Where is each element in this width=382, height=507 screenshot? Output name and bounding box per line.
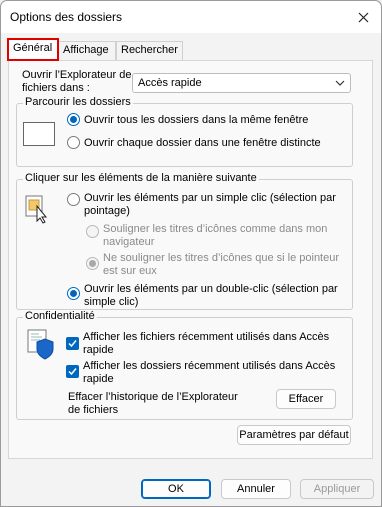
radio-double-click[interactable] [67,287,80,300]
tab-view-label: Affichage [63,44,109,56]
separate-window-label: Ouvrir chaque dossier dans une fenêtre d… [84,137,321,149]
clear-history-button[interactable]: Effacer [276,389,336,409]
radio-separate-window[interactable] [67,136,80,149]
recent-files-label: Afficher les fichiers récemment utilisés… [83,331,330,356]
tab-view[interactable]: Affichage [58,41,116,60]
close-button[interactable] [347,3,379,31]
checkmark-icon [68,368,77,376]
checkbox-recent-folders[interactable] [66,365,79,378]
window-title: Options des dossiers [10,10,123,24]
underline-hover-label: Ne souligner les titres d’icônes que si … [103,252,340,277]
radio-same-window[interactable] [67,113,80,126]
browse-folders-group: Parcourir les dossiers Ouvrir tous les d… [16,96,353,167]
checkmark-icon [68,340,77,348]
recent-folders-label: Afficher les dossiers récemment utilisés… [83,360,336,385]
open-explorer-value: Accès rapide [138,77,202,89]
single-click-label: Ouvrir les éléments par un simple clic (… [84,192,336,217]
same-window-label: Ouvrir tous les dossiers dans la même fe… [84,114,309,126]
open-explorer-label: Ouvrir l’Explorateur de fichiers dans : [22,69,132,94]
browse-folders-title: Parcourir les dossiers [23,96,133,108]
double-click-label: Ouvrir les éléments par un double-clic (… [84,283,338,308]
radio-underline-hover[interactable] [86,257,99,270]
privacy-shield-icon [25,328,55,363]
close-icon [358,12,368,22]
tab-general-label: Général [13,42,53,54]
folder-options-dialog: Options des dossiers Général Affichage R… [0,0,382,507]
clear-history-label: Effacer l’historique de l’Explorateur de… [68,391,238,416]
privacy-group: Confidentialité Afficher les fichiers ré… [16,310,353,420]
tab-general[interactable]: Général [7,38,59,61]
ok-button[interactable]: OK [141,479,211,499]
privacy-title: Confidentialité [23,310,97,322]
underline-browser-label: Souligner les titres d’icônes comme dans… [103,223,328,248]
cancel-button[interactable]: Annuler [221,479,291,499]
radio-underline-browser[interactable] [86,225,99,238]
general-tab-panel: Ouvrir l’Explorateur de fichiers dans : … [8,60,373,459]
single-click-icon [24,194,52,227]
open-explorer-dropdown[interactable]: Accès rapide [132,73,351,93]
tab-search-label: Rechercher [121,44,178,56]
restore-defaults-button[interactable]: Paramètres par défaut [237,425,351,445]
chevron-down-icon [335,80,345,86]
title-bar: Options des dossiers [1,1,381,33]
click-items-group: Cliquer sur les éléments de la manière s… [16,172,353,310]
apply-button[interactable]: Appliquer [300,479,374,499]
checkbox-recent-files[interactable] [66,337,79,350]
click-items-title: Cliquer sur les éléments de la manière s… [23,172,259,184]
window-icon [23,122,55,149]
tab-search[interactable]: Rechercher [116,41,183,60]
radio-single-click[interactable] [67,193,80,206]
